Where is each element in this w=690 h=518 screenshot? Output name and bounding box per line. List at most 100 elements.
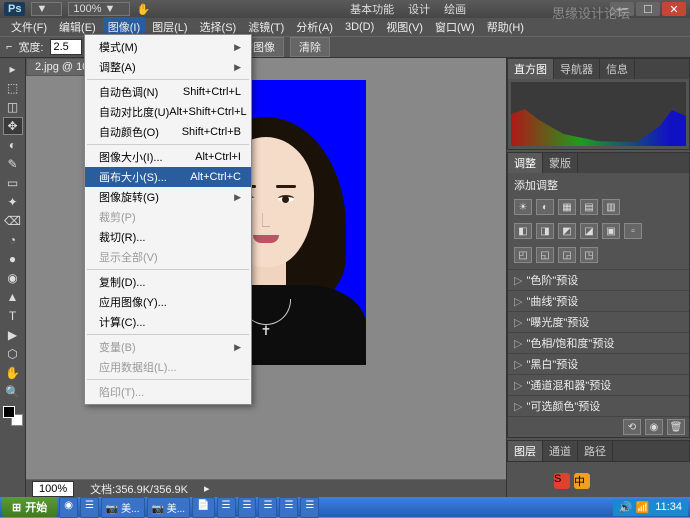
menu-help[interactable]: 帮助(H) xyxy=(482,17,529,37)
hand-icon[interactable]: ✋ xyxy=(136,3,150,16)
menu-item[interactable]: 自动对比度(U)Alt+Shift+Ctrl+L xyxy=(85,102,251,122)
tab-paths[interactable]: 路径 xyxy=(578,441,613,461)
link-design[interactable]: 设计 xyxy=(408,1,430,17)
tool-button[interactable]: ✦ xyxy=(3,193,23,211)
tool-button[interactable]: ◫ xyxy=(3,98,23,116)
taskbar-item[interactable]: ◉ xyxy=(59,497,78,518)
tool-button[interactable]: ⬡ xyxy=(3,345,23,363)
menu-item[interactable]: 自动色调(N)Shift+Ctrl+L xyxy=(85,82,251,102)
tool-button[interactable]: ◐ xyxy=(3,136,23,154)
tool-button[interactable]: ▶ xyxy=(3,326,23,344)
tool-button[interactable]: ⌫ xyxy=(3,212,23,230)
menu-view[interactable]: 视图(V) xyxy=(381,17,428,37)
ime-icons[interactable]: S中 xyxy=(554,473,590,489)
taskbar-item[interactable]: 📷 美... xyxy=(101,497,145,518)
tool-button[interactable]: T xyxy=(3,307,23,325)
tab-layers[interactable]: 图层 xyxy=(508,441,543,461)
doc-info-arrow[interactable]: ▸ xyxy=(204,482,210,495)
preset-item[interactable]: ▷"曝光度"预设 xyxy=(508,311,689,332)
preset-item[interactable]: ▷"色阶"预设 xyxy=(508,269,689,290)
adjustment-icon[interactable]: ◩ xyxy=(558,223,576,239)
adjustment-icon[interactable]: ▣ xyxy=(602,223,620,239)
adjustment-icon[interactable]: ◪ xyxy=(580,223,598,239)
adjustment-icon[interactable]: ▫ xyxy=(624,223,642,239)
adjustment-icon[interactable]: ◰ xyxy=(514,247,532,263)
menu-item[interactable]: 模式(M)▶ xyxy=(85,37,251,57)
add-adjustment-label: 添加调整 xyxy=(508,173,689,197)
tool-button[interactable]: ✎ xyxy=(3,155,23,173)
trash-icon[interactable]: 🗑 xyxy=(667,419,685,435)
link-paint[interactable]: 绘画 xyxy=(444,1,466,17)
panel-icon[interactable]: ◉ xyxy=(645,419,663,435)
taskbar-item[interactable]: ☰ xyxy=(300,497,319,518)
tab-info[interactable]: 信息 xyxy=(600,59,635,79)
adjustment-icon[interactable]: ◐ xyxy=(536,199,554,215)
tool-button[interactable]: 🔍 xyxy=(3,383,23,401)
workspace-dropdown[interactable]: ▼ xyxy=(31,2,62,16)
tab-histogram[interactable]: 直方图 xyxy=(508,59,554,79)
adjustment-icon[interactable]: ◳ xyxy=(580,247,598,263)
menu-file[interactable]: 文件(F) xyxy=(6,17,52,37)
taskbar-item[interactable]: ☰ xyxy=(258,497,277,518)
color-swatches[interactable] xyxy=(3,406,23,426)
link-basic[interactable]: 基本功能 xyxy=(350,1,394,17)
taskbar-item[interactable]: ☰ xyxy=(279,497,298,518)
tool-button[interactable]: ◉ xyxy=(3,269,23,287)
adjustment-icon[interactable]: ◨ xyxy=(536,223,554,239)
minimize-button[interactable]: — xyxy=(610,2,634,16)
close-button[interactable]: ✕ xyxy=(662,2,686,16)
taskbar-item[interactable]: ☰ xyxy=(217,497,236,518)
clear-button[interactable]: 清除 xyxy=(290,37,330,57)
menu-item[interactable]: 图像大小(I)...Alt+Ctrl+I xyxy=(85,147,251,167)
tool-button[interactable]: ✥ xyxy=(3,117,23,135)
tab-channels[interactable]: 通道 xyxy=(543,441,578,461)
tool-button[interactable]: ✋ xyxy=(3,364,23,382)
adjustment-icon[interactable]: ▦ xyxy=(558,199,576,215)
preset-item[interactable]: ▷"可选颜色"预设 xyxy=(508,395,689,416)
taskbar-item[interactable]: ☰ xyxy=(238,497,257,518)
preset-item[interactable]: ▷"黑白"预设 xyxy=(508,353,689,374)
menu-item[interactable]: 复制(D)... xyxy=(85,272,251,292)
menu-item[interactable]: 调整(A)▶ xyxy=(85,57,251,77)
tool-button[interactable]: ▸ xyxy=(3,60,23,78)
menu-item[interactable]: 画布大小(S)...Alt+Ctrl+C xyxy=(85,167,251,187)
maximize-button[interactable]: ☐ xyxy=(636,2,660,16)
preset-item[interactable]: ▷"通道混和器"预设 xyxy=(508,374,689,395)
tray-icons[interactable]: 🔊 📶 xyxy=(619,501,649,514)
menu-item[interactable]: 自动颜色(O)Shift+Ctrl+B xyxy=(85,122,251,142)
taskbar-item[interactable]: ☰ xyxy=(80,497,99,518)
taskbar-item[interactable]: 📷 美... xyxy=(147,497,191,518)
adjustment-icon[interactable]: ◱ xyxy=(536,247,554,263)
width-field[interactable]: 2.5 xyxy=(50,39,82,55)
preset-item[interactable]: ▷"曲线"预设 xyxy=(508,290,689,311)
tab-adjustments[interactable]: 调整 xyxy=(508,153,543,173)
tab-masks[interactable]: 蒙版 xyxy=(543,153,578,173)
window-buttons: — ☐ ✕ xyxy=(610,2,686,16)
tab-navigator[interactable]: 导航器 xyxy=(554,59,600,79)
taskbar-item[interactable]: 📄 xyxy=(192,497,214,518)
adjustment-icon[interactable]: ▥ xyxy=(602,199,620,215)
preset-item[interactable]: ▷"色相/饱和度"预设 xyxy=(508,332,689,353)
adjustment-icon[interactable]: ◧ xyxy=(514,223,532,239)
menu-3d[interactable]: 3D(D) xyxy=(340,19,379,35)
menu-item[interactable]: 裁切(R)... xyxy=(85,227,251,247)
zoom-value[interactable]: 100% xyxy=(32,481,74,497)
adjustment-icon[interactable]: ◲ xyxy=(558,247,576,263)
tool-button[interactable]: ● xyxy=(3,250,23,268)
menu-analysis[interactable]: 分析(A) xyxy=(291,17,338,37)
crop-tool-icon[interactable]: ⌐ xyxy=(6,41,12,53)
adjustment-icon[interactable]: ☀ xyxy=(514,199,532,215)
panel-icon[interactable]: ⟲ xyxy=(623,419,641,435)
menu-window[interactable]: 窗口(W) xyxy=(430,17,480,37)
menu-item[interactable]: 应用图像(Y)... xyxy=(85,292,251,312)
tool-button[interactable]: ▭ xyxy=(3,174,23,192)
tool-button[interactable]: ◔ xyxy=(3,231,23,249)
menu-item[interactable]: 计算(C)... xyxy=(85,312,251,332)
system-tray[interactable]: 🔊 📶 11:34 xyxy=(613,499,688,516)
adjustment-icon[interactable]: ▤ xyxy=(580,199,598,215)
tool-button[interactable]: ⬚ xyxy=(3,79,23,97)
zoom-dropdown[interactable]: 100% ▼ xyxy=(68,2,130,16)
menu-item[interactable]: 图像旋转(G)▶ xyxy=(85,187,251,207)
tool-button[interactable]: ▲ xyxy=(3,288,23,306)
start-button[interactable]: ⊞开始 xyxy=(2,497,57,517)
